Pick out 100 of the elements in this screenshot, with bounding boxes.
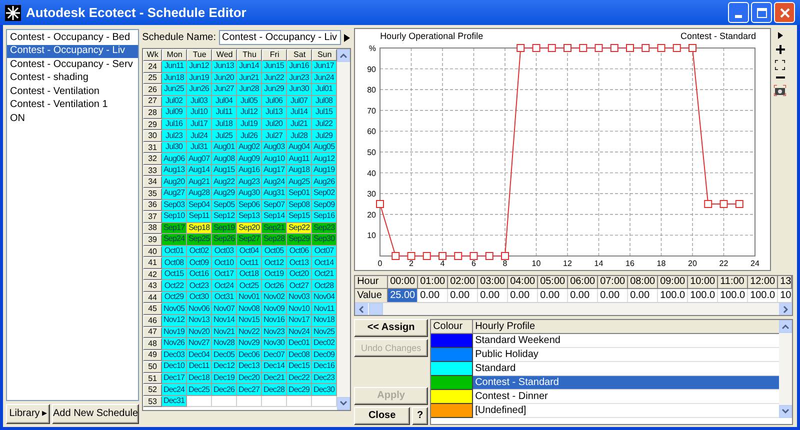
day-cell[interactable]: Sep28 xyxy=(262,234,288,246)
day-cell[interactable]: Aug30 xyxy=(237,188,262,200)
day-cell[interactable]: Aug02 xyxy=(237,142,262,154)
day-cell[interactable]: Dec23 xyxy=(312,372,338,384)
data-point[interactable] xyxy=(548,44,556,52)
day-cell[interactable]: Jun13 xyxy=(212,61,238,73)
day-cell[interactable]: Jul03 xyxy=(187,96,212,108)
day-cell[interactable]: Sep20 xyxy=(237,222,262,234)
day-cell[interactable]: Dec11 xyxy=(187,361,212,373)
day-cell[interactable]: Oct12 xyxy=(262,257,288,269)
profile-item[interactable]: Contest - Standard xyxy=(473,376,780,390)
day-cell[interactable]: Aug15 xyxy=(212,164,238,176)
day-cell[interactable]: Aug14 xyxy=(187,164,212,176)
scroll-down-button[interactable] xyxy=(779,405,792,418)
day-cell[interactable]: Jun29 xyxy=(262,84,288,96)
day-cell[interactable]: Oct25 xyxy=(237,280,262,292)
day-cell[interactable]: Oct05 xyxy=(262,246,288,258)
day-cell[interactable]: Jun12 xyxy=(187,61,212,73)
day-cell[interactable]: Aug23 xyxy=(237,176,262,188)
day-cell[interactable]: Aug12 xyxy=(312,153,338,165)
day-cell[interactable]: Nov19 xyxy=(162,326,188,338)
day-cell[interactable]: Jul22 xyxy=(312,118,338,130)
day-cell[interactable]: Nov29 xyxy=(237,338,262,350)
data-point[interactable] xyxy=(594,44,603,52)
day-cell[interactable]: Sep29 xyxy=(287,234,312,246)
day-cell[interactable]: Jul16 xyxy=(162,118,188,130)
day-cell[interactable]: Jun17 xyxy=(312,61,338,73)
data-point[interactable] xyxy=(532,44,540,52)
day-cell[interactable]: Oct02 xyxy=(187,246,212,258)
day-cell[interactable]: Nov06 xyxy=(187,303,212,316)
day-cell[interactable]: Jul17 xyxy=(187,118,212,130)
data-point[interactable] xyxy=(422,252,431,260)
day-cell[interactable]: Sep30 xyxy=(312,234,338,246)
day-cell[interactable]: Jul29 xyxy=(312,130,338,142)
day-cell[interactable]: Jul11 xyxy=(212,107,238,119)
day-cell[interactable]: Sep01 xyxy=(287,188,312,200)
data-point[interactable] xyxy=(376,200,384,208)
day-cell[interactable]: Nov30 xyxy=(262,338,288,350)
day-cell[interactable]: Sep13 xyxy=(237,211,262,223)
day-cell[interactable]: Jun14 xyxy=(237,61,262,73)
day-cell[interactable]: Sep09 xyxy=(312,200,338,212)
schedule-item[interactable]: Contest - Ventilation xyxy=(7,85,138,98)
day-cell[interactable]: Oct08 xyxy=(162,257,188,269)
day-cell[interactable]: Dec01 xyxy=(287,338,312,350)
day-cell[interactable]: Jun26 xyxy=(187,84,212,96)
day-cell[interactable]: Nov17 xyxy=(287,315,312,327)
day-cell[interactable]: Dec27 xyxy=(237,384,262,396)
day-cell[interactable]: Oct28 xyxy=(312,280,338,292)
day-cell[interactable]: Dec02 xyxy=(312,338,338,350)
day-cell[interactable]: Sep04 xyxy=(187,200,212,212)
data-point[interactable] xyxy=(688,44,697,52)
day-cell[interactable]: Nov22 xyxy=(237,326,262,338)
day-cell[interactable]: Oct07 xyxy=(312,246,338,258)
library-button[interactable]: Library ▸ xyxy=(6,404,50,424)
day-cell[interactable]: Sep25 xyxy=(187,234,212,246)
day-cell[interactable]: Oct13 xyxy=(287,257,312,269)
schedule-item[interactable]: Contest - Ventilation 1 xyxy=(7,98,138,112)
maximize-button[interactable] xyxy=(751,2,772,23)
close-dialog-button[interactable]: Close xyxy=(354,407,410,425)
day-cell[interactable]: Nov27 xyxy=(187,338,212,350)
day-cell[interactable]: Sep27 xyxy=(237,234,262,246)
data-point[interactable] xyxy=(407,252,416,260)
day-cell[interactable]: Sep22 xyxy=(287,222,312,234)
day-cell[interactable]: Dec31 xyxy=(162,396,188,408)
camera-icon[interactable] xyxy=(774,85,786,96)
day-cell[interactable]: Jun11 xyxy=(162,61,188,73)
data-point[interactable] xyxy=(564,44,572,52)
day-cell[interactable]: Oct22 xyxy=(162,280,188,292)
scroll-left-button[interactable] xyxy=(355,303,368,315)
profile-item[interactable]: Contest - Dinner xyxy=(473,390,780,404)
day-cell[interactable]: Sep15 xyxy=(287,211,312,223)
day-cell[interactable]: Jun23 xyxy=(287,72,312,84)
data-point[interactable] xyxy=(610,44,618,52)
day-cell[interactable]: Jul20 xyxy=(262,118,288,130)
day-cell[interactable]: Nov15 xyxy=(237,315,262,327)
day-cell[interactable]: Aug01 xyxy=(212,142,238,154)
day-cell[interactable]: Nov02 xyxy=(262,292,288,304)
day-cell[interactable]: Sep02 xyxy=(312,188,338,200)
day-cell[interactable]: Aug10 xyxy=(262,153,288,165)
day-cell[interactable]: Dec22 xyxy=(287,372,312,384)
day-cell[interactable]: Nov03 xyxy=(287,292,312,304)
day-cell[interactable]: Jul07 xyxy=(287,96,312,108)
day-cell[interactable]: Nov12 xyxy=(162,315,188,327)
day-cell[interactable]: Nov10 xyxy=(287,303,312,316)
day-cell[interactable]: Oct15 xyxy=(162,268,188,280)
day-cell[interactable]: Oct03 xyxy=(212,246,238,258)
day-cell[interactable]: Jul30 xyxy=(162,142,188,154)
data-point[interactable] xyxy=(392,252,400,260)
day-cell[interactable]: Sep24 xyxy=(162,234,188,246)
day-cell[interactable]: Jun19 xyxy=(187,72,212,84)
day-cell[interactable]: Aug29 xyxy=(212,188,238,200)
help-button[interactable]: ? xyxy=(412,407,428,425)
scroll-down-button[interactable] xyxy=(337,397,350,410)
day-cell[interactable]: Dec13 xyxy=(237,361,262,373)
day-cell[interactable]: Jun25 xyxy=(162,84,188,96)
day-cell[interactable]: Aug20 xyxy=(162,176,188,188)
add-schedule-button[interactable]: Add New Schedule xyxy=(52,404,140,424)
day-cell[interactable]: Dec12 xyxy=(212,361,238,373)
day-cell[interactable]: Dec09 xyxy=(312,350,338,362)
day-cell[interactable]: Aug08 xyxy=(212,153,238,165)
